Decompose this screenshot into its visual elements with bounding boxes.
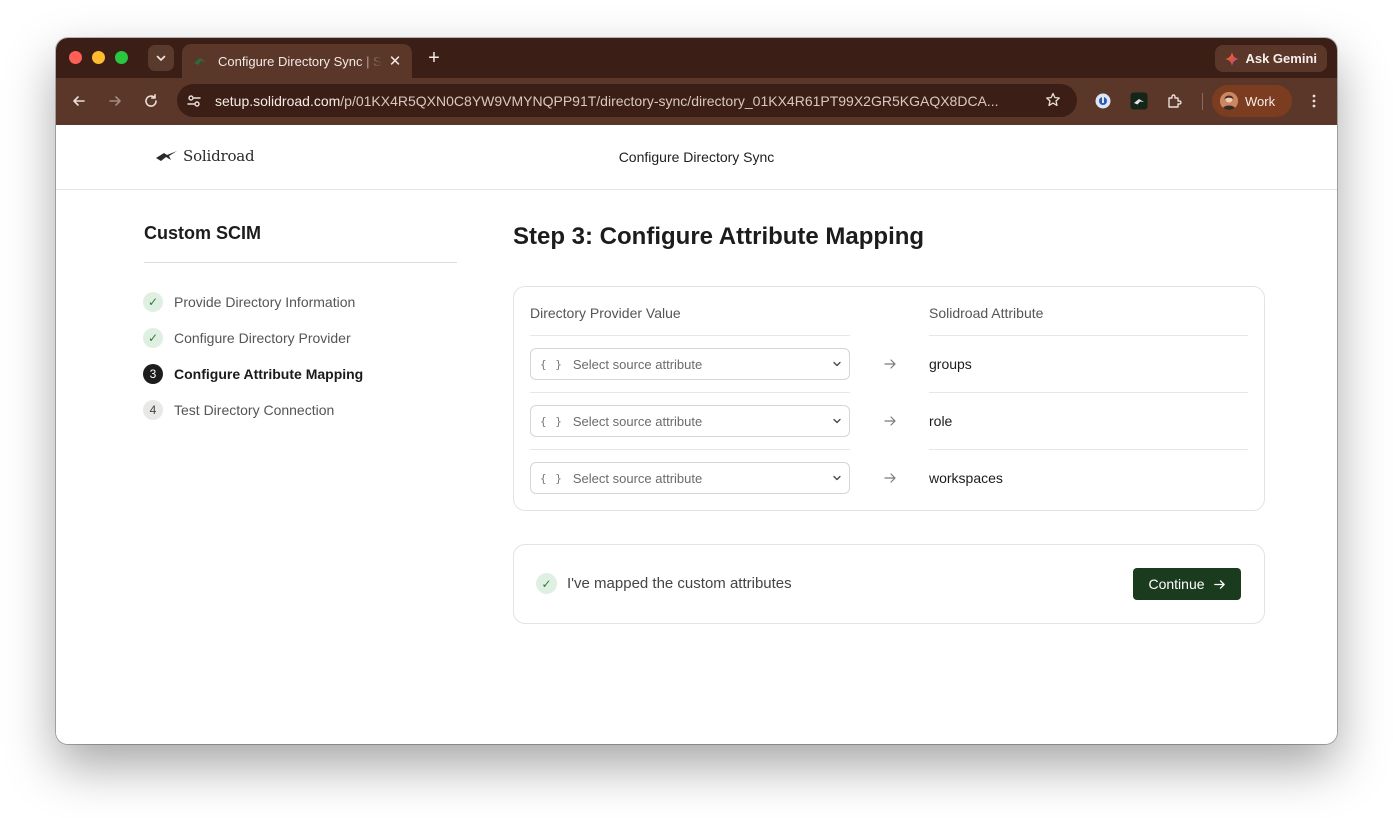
select-placeholder: Select source attribute <box>572 356 703 372</box>
page-title: Step 3: Configure Attribute Mapping <box>513 223 925 250</box>
browser-window: Configure Directory Sync | Solidroad ✕ +… <box>56 38 1337 744</box>
password-extension-icon[interactable] <box>1093 91 1113 111</box>
confirm-checkbox-check-icon[interactable]: ✓ <box>536 573 557 594</box>
arrow-right-icon <box>882 470 898 486</box>
sidebar-divider <box>144 262 457 263</box>
new-tab-button[interactable]: + <box>424 46 444 70</box>
extensions-puzzle-icon[interactable] <box>1165 91 1185 111</box>
arrow-right-icon <box>882 356 898 372</box>
step-label: Configure Directory Provider <box>174 330 351 346</box>
forward-button[interactable] <box>104 90 126 112</box>
url-host: setup.solidroad.com <box>215 92 341 109</box>
continue-label: Continue <box>1148 576 1205 592</box>
reload-button[interactable] <box>140 90 162 112</box>
step-configure-directory-provider[interactable]: ✓ Configure Directory Provider <box>143 320 457 356</box>
sidebar-title: Custom SCIM <box>144 223 261 243</box>
step-number-badge: 3 <box>143 364 163 384</box>
reload-icon <box>145 94 157 107</box>
toolbar-divider <box>1202 93 1203 110</box>
continue-button[interactable]: Continue <box>1133 568 1241 600</box>
profile-button[interactable]: Work <box>1212 85 1292 117</box>
app-header: Solidroad Configure Directory Sync <box>56 125 1337 190</box>
arrow-right-icon <box>882 413 898 429</box>
arrow-left-icon <box>73 96 85 106</box>
url-text: setup.solidroad.com/p/01KX4R5QXN0C8YW9VM… <box>215 93 1035 109</box>
source-attribute-select-role[interactable]: { } Select source attribute <box>530 405 850 437</box>
active-tab[interactable]: Configure Directory Sync | Solidroad ✕ <box>182 44 412 78</box>
select-placeholder: Select source attribute <box>572 413 703 429</box>
confirm-label[interactable]: I've mapped the custom attributes <box>567 575 792 592</box>
row-divider <box>929 335 1248 336</box>
row-divider <box>929 449 1248 450</box>
source-column-header: Directory Provider Value <box>530 305 681 321</box>
close-window-button[interactable] <box>69 51 82 64</box>
confirmation-card: ✓ I've mapped the custom attributes Cont… <box>513 544 1265 624</box>
row-divider <box>929 392 1248 393</box>
maximize-window-button[interactable] <box>115 51 128 64</box>
step-list: ✓ Provide Directory Information ✓ Config… <box>143 284 457 428</box>
tab-search-button[interactable] <box>148 45 174 71</box>
select-placeholder: Select source attribute <box>572 470 703 486</box>
step-done-check-icon: ✓ <box>143 328 163 348</box>
profile-avatar <box>1220 92 1238 110</box>
destination-attribute: workspaces <box>929 470 1003 486</box>
source-attribute-select-workspaces[interactable]: { } Select source attribute <box>530 462 850 494</box>
chevron-down-icon <box>825 415 849 427</box>
destination-attribute: groups <box>929 356 972 372</box>
step-label: Provide Directory Information <box>174 294 356 310</box>
close-tab-icon[interactable]: ✕ <box>388 52 402 70</box>
chevron-down-icon <box>156 55 166 61</box>
braces-icon: { } <box>540 357 563 371</box>
arrow-right-icon <box>109 96 121 106</box>
step-label: Test Directory Connection <box>174 402 335 418</box>
step-configure-attribute-mapping[interactable]: 3 Configure Attribute Mapping <box>143 356 457 392</box>
tab-strip: Configure Directory Sync | Solidroad ✕ +… <box>56 38 1337 78</box>
ask-gemini-button[interactable]: Ask Gemini <box>1215 45 1327 72</box>
chevron-down-icon <box>825 472 849 484</box>
page-content: Solidroad Configure Directory Sync Custo… <box>56 125 1337 744</box>
address-bar[interactable]: setup.solidroad.com/p/01KX4R5QXN0C8YW9VM… <box>177 84 1077 117</box>
browser-toolbar: setup.solidroad.com/p/01KX4R5QXN0C8YW9VM… <box>56 78 1337 125</box>
step-number-badge: 4 <box>143 400 163 420</box>
step-label: Configure Attribute Mapping <box>174 366 364 382</box>
step-provide-directory-information[interactable]: ✓ Provide Directory Information <box>143 284 457 320</box>
ask-gemini-label: Ask Gemini <box>1245 51 1317 66</box>
attribute-mapping-card: Directory Provider Value Solidroad Attri… <box>513 286 1265 511</box>
site-settings-icon[interactable] <box>183 90 205 112</box>
profile-label: Work <box>1245 93 1276 109</box>
tab-title: Configure Directory Sync | Solidroad <box>218 53 382 69</box>
bookmark-star-icon[interactable] <box>1043 90 1063 110</box>
chevron-down-icon <box>825 358 849 370</box>
row-divider <box>530 335 850 336</box>
back-button[interactable] <box>68 90 90 112</box>
header-title: Configure Directory Sync <box>618 149 775 165</box>
solidroad-extension-icon[interactable] <box>1129 91 1149 111</box>
browser-menu-icon[interactable] <box>1304 91 1324 111</box>
gemini-sparkle-icon <box>1225 51 1240 66</box>
arrow-right-icon <box>1213 579 1225 589</box>
destination-column-header: Solidroad Attribute <box>929 305 1044 321</box>
step-test-directory-connection[interactable]: 4 Test Directory Connection <box>143 392 457 428</box>
url-path: /p/01KX4R5QXN0C8YW9VMYNQPP91T/directory-… <box>340 92 999 109</box>
steps-sidebar: Custom SCIM ✓ Provide Directory Informat… <box>143 223 457 428</box>
main-panel: Step 3: Configure Attribute Mapping Dire… <box>513 223 1265 624</box>
solidroad-favicon-icon <box>192 53 208 69</box>
minimize-window-button[interactable] <box>92 51 105 64</box>
braces-icon: { } <box>540 471 563 485</box>
row-divider <box>530 392 850 393</box>
destination-attribute: role <box>929 413 953 429</box>
step-done-check-icon: ✓ <box>143 292 163 312</box>
braces-icon: { } <box>540 414 563 428</box>
row-divider <box>530 449 850 450</box>
source-attribute-select-groups[interactable]: { } Select source attribute <box>530 348 850 380</box>
